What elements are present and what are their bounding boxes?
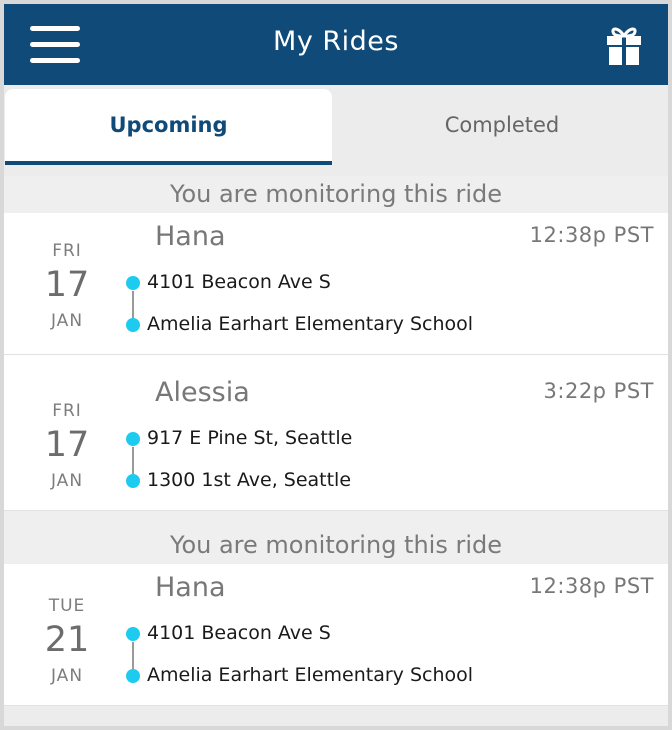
top-bar: My Rides	[4, 4, 668, 85]
tab-completed[interactable]: Completed	[332, 89, 668, 165]
route-connector	[132, 291, 134, 318]
rider-name: Alessia	[155, 377, 250, 408]
pickup-address: 4101 Beacon Ave S	[147, 622, 331, 644]
route-connector	[132, 447, 134, 474]
ride-weekday: FRI	[52, 401, 82, 421]
ride-month: JAN	[50, 666, 84, 686]
ride-weekday: FRI	[52, 241, 82, 261]
dropoff-address: 1300 1st Ave, Seattle	[147, 469, 352, 491]
ride-day: 17	[44, 425, 90, 465]
monitoring-banner: You are monitoring this ride	[4, 176, 668, 213]
ride-date: FRI 17 JAN	[22, 241, 112, 331]
ride-day: 21	[44, 620, 90, 660]
ride-card[interactable]: TUE 21 JAN Hana 12:38p PST 4101 Beacon A…	[4, 564, 668, 706]
pickup-dot-icon	[126, 432, 140, 446]
dropoff-address: Amelia Earhart Elementary School	[147, 313, 474, 335]
pickup-address: 4101 Beacon Ave S	[147, 271, 331, 293]
ride-time: 12:38p PST	[529, 223, 654, 247]
ride-card[interactable]: FRI 17 JAN Hana 12:38p PST 4101 Beacon A…	[4, 213, 668, 355]
ride-card[interactable]: FRI 17 JAN Alessia 3:22p PST 917 E Pine …	[4, 355, 668, 511]
pickup-dot-icon	[126, 627, 140, 641]
gift-icon[interactable]	[606, 24, 642, 66]
ride-time: 3:22p PST	[543, 379, 654, 403]
dropoff-dot-icon	[126, 669, 140, 683]
monitoring-banner: You are monitoring this ride	[4, 527, 668, 564]
page-title: My Rides	[273, 26, 399, 57]
ride-time: 12:38p PST	[529, 574, 654, 598]
ride-weekday: TUE	[48, 596, 86, 616]
tab-upcoming[interactable]: Upcoming	[5, 89, 332, 165]
ride-tabs: Upcoming Completed	[4, 85, 668, 165]
ride-date: TUE 21 JAN	[22, 596, 112, 686]
dropoff-dot-icon	[126, 474, 140, 488]
section-gap	[4, 511, 668, 527]
route-connector	[132, 642, 134, 669]
pickup-dot-icon	[126, 276, 140, 290]
ride-day: 17	[44, 265, 90, 305]
ride-date: FRI 17 JAN	[22, 401, 112, 491]
ride-list: You are monitoring this ride FRI 17 JAN …	[4, 176, 668, 706]
rider-name: Hana	[155, 221, 226, 252]
dropoff-dot-icon	[126, 318, 140, 332]
app-screen: My Rides Upcoming Completed You are moni…	[0, 0, 672, 730]
pickup-address: 917 E Pine St, Seattle	[147, 427, 353, 449]
rider-name: Hana	[155, 572, 226, 603]
ride-month: JAN	[50, 311, 84, 331]
ride-month: JAN	[50, 471, 84, 491]
dropoff-address: Amelia Earhart Elementary School	[147, 664, 474, 686]
